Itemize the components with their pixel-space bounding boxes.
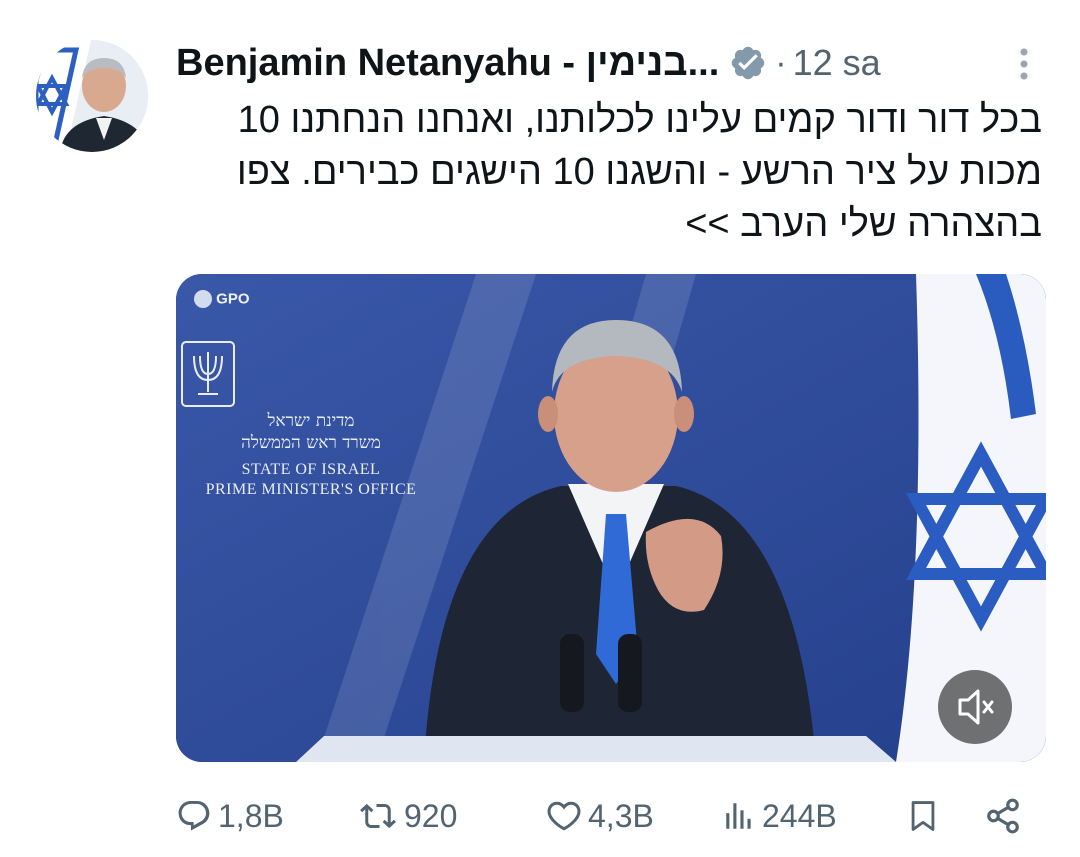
timestamp[interactable]: 12 sa <box>793 42 881 84</box>
speaker-muted-icon <box>958 689 994 725</box>
heart-icon <box>547 801 581 831</box>
bookmark-icon <box>911 801 935 831</box>
tweet-header: Benjamin Netanyahu - בנימין... · 12 sa <box>176 38 1036 88</box>
more-options-button[interactable] <box>1006 44 1042 84</box>
avatar[interactable] <box>36 40 148 152</box>
mute-button[interactable] <box>938 670 1012 744</box>
reply-button[interactable]: 1,8B <box>176 790 284 842</box>
office-hebrew-line2: משרד ראש הממשלה <box>241 433 381 453</box>
like-button[interactable]: 4,3B <box>546 790 654 842</box>
view-count: 244B <box>762 797 837 834</box>
repost-icon <box>360 803 396 829</box>
menorah-emblem-icon <box>181 341 235 407</box>
verified-badge-icon <box>729 44 767 82</box>
tweet-card[interactable]: Benjamin Netanyahu - בנימין... · 12 sa ב… <box>0 0 1080 857</box>
repost-button[interactable]: 920 <box>358 790 457 842</box>
avatar-photo <box>36 40 148 152</box>
share-button[interactable] <box>984 790 1022 842</box>
views-button[interactable]: 244B <box>722 790 837 842</box>
tweet-text: בכל דור ודור קמים עלינו לכלותנו, ואנחנו … <box>236 99 1042 245</box>
gpo-watermark: GPO <box>194 290 250 309</box>
author-name[interactable]: Benjamin Netanyahu - בנימין... <box>176 42 719 85</box>
repost-count: 920 <box>404 797 458 834</box>
separator-dot: · <box>775 43 787 82</box>
office-english-line1: STATE OF ISRAEL <box>241 461 381 478</box>
tweet-actions: 1,8B 920 4,3B 244B <box>176 790 1036 842</box>
office-hebrew-line1: מדינת ישראל <box>267 411 355 431</box>
share-icon <box>987 798 1019 834</box>
video-player[interactable]: GPO מדינת ישראל משרד ראש הממשלה STATE OF… <box>176 274 1046 762</box>
office-english-line2: PRIME MINISTER'S OFFICE <box>205 481 417 498</box>
more-vertical-icon <box>1020 48 1028 80</box>
pm-office-emblem: מדינת ישראל משרד ראש הממשלה STATE OF ISR… <box>176 340 446 500</box>
reply-count: 1,8B <box>218 797 284 834</box>
reply-icon <box>178 801 210 831</box>
views-bar-chart-icon <box>726 803 751 829</box>
bookmark-button[interactable] <box>906 790 940 842</box>
like-count: 4,3B <box>588 797 654 834</box>
